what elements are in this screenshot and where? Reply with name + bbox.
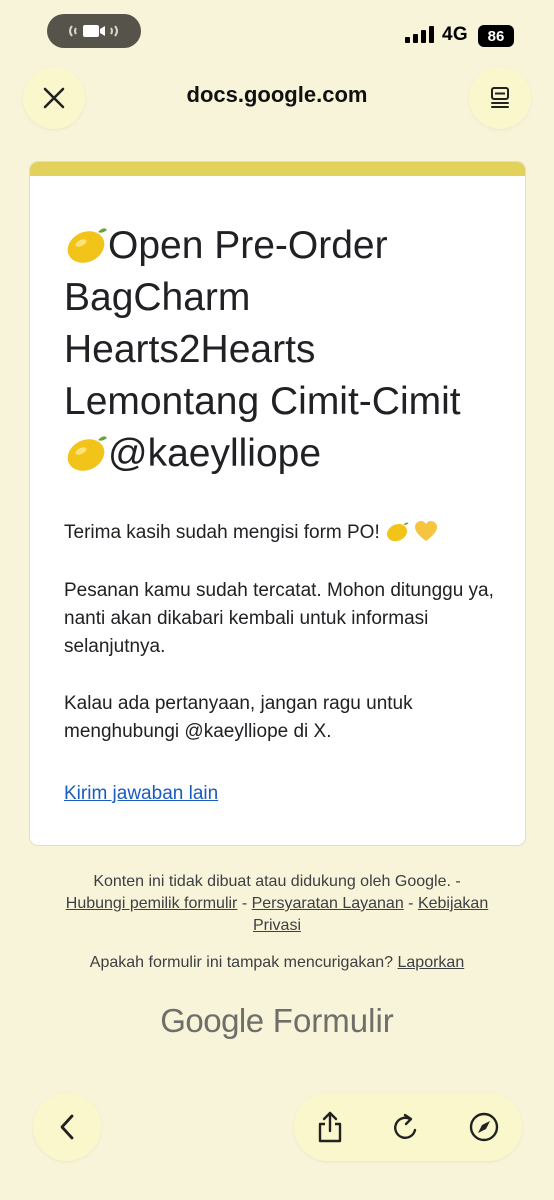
yellow-heart-icon (415, 521, 438, 541)
compass-button[interactable] (464, 1107, 504, 1147)
back-button[interactable] (33, 1093, 101, 1161)
report-link[interactable]: Laporkan (398, 954, 465, 971)
reader-button[interactable] (469, 67, 531, 129)
submit-another-response-link[interactable]: Kirim jawaban lain (64, 783, 218, 805)
card-accent-bar (30, 162, 525, 176)
thank-you-message: Terima kasih sudah mengisi form PO! (64, 519, 504, 547)
chevron-left-icon (60, 1114, 74, 1140)
terms-link[interactable]: Persyaratan Layanan (252, 895, 404, 912)
footer-disclaimer: Konten ini tidak dibuat atau didukung ol… (65, 873, 489, 934)
browser-actions (294, 1093, 522, 1161)
lemon-icon (387, 522, 409, 542)
order-recorded-message: Pesanan kamu sudah tercatat. Mohon ditun… (64, 580, 494, 657)
status-bar: 4G 86 (0, 0, 554, 60)
compass-icon (469, 1112, 499, 1142)
reload-button[interactable] (386, 1107, 426, 1147)
contact-owner-link[interactable]: Hubungi pemilik formulir (66, 895, 238, 912)
share-icon (318, 1111, 342, 1143)
screen-recording-pill[interactable] (47, 14, 141, 48)
cellular-signal-icon (405, 26, 434, 43)
reload-icon (394, 1113, 417, 1139)
camera-icon (69, 25, 118, 37)
google-forms-logo[interactable]: Google Formulir (0, 1002, 554, 1040)
confirmation-card: Open Pre-Order BagCharm Hearts2Hearts Le… (29, 161, 526, 846)
lemon-icon (67, 436, 107, 471)
lemon-icon (67, 228, 107, 263)
footer-report: Apakah formulir ini tampak mencurigakan?… (89, 954, 465, 971)
battery-indicator: 86 (478, 25, 514, 47)
questions-message: Kalau ada pertanyaan, jangan ragu untuk … (64, 693, 413, 742)
reader-icon (491, 87, 509, 108)
form-title: Open Pre-Order BagCharm Hearts2Hearts Le… (64, 224, 461, 475)
share-button[interactable] (310, 1107, 350, 1147)
network-type: 4G (442, 24, 468, 45)
